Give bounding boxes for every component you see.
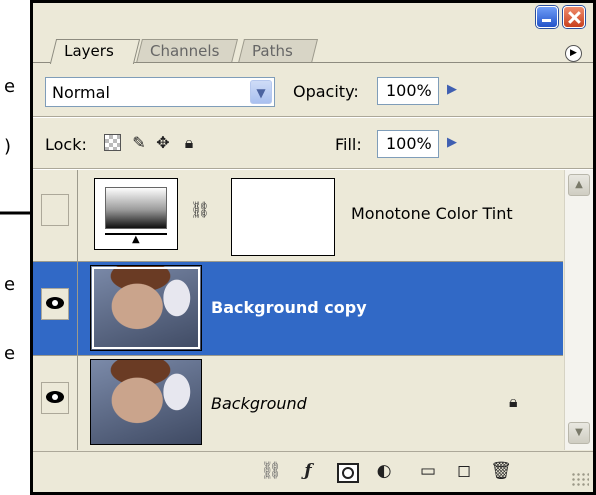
resize-grip-icon[interactable] [571,472,589,488]
scroll-down-icon[interactable]: ▼ [568,422,590,444]
divider [77,262,78,356]
lock-image-icon[interactable]: ✎ [129,133,149,153]
lock-all-icon[interactable]: 🔒︎ [179,133,199,153]
layer-row-background[interactable]: Background 🔒︎ [33,356,563,450]
fill-slider-arrow-icon[interactable]: ▶ [441,131,463,155]
close-icon[interactable] [563,6,585,28]
edge-char: e [4,343,16,364]
opacity-slider-arrow-icon[interactable]: ▶ [441,78,463,102]
layer-mask-thumbnail[interactable] [231,178,335,256]
scrollbar[interactable]: ▲ ▼ [564,170,593,450]
layer-list: ▲ ⛓ Monotone Color Tint Background copy … [33,170,563,450]
opacity-input[interactable]: 100% [377,77,439,105]
blend-mode-select[interactable]: Normal ▼ [45,77,275,107]
chevron-down-icon[interactable]: ▼ [250,80,272,104]
new-layer-icon[interactable]: ◻ [451,458,477,484]
new-group-icon[interactable]: ▭ [415,458,441,484]
blend-mode-value: Normal [52,83,110,102]
lock-label: Lock: [45,135,87,154]
minimize-icon[interactable] [536,6,558,28]
edge-char: e [4,274,16,295]
layer-thumbnail[interactable] [90,265,202,351]
edge-char: e [4,76,16,97]
opacity-label: Opacity: [293,82,359,101]
scroll-up-icon[interactable]: ▲ [568,174,590,196]
layer-name[interactable]: Monotone Color Tint [351,204,513,223]
visibility-toggle[interactable] [41,382,69,414]
layer-mask-icon[interactable] [334,458,360,484]
layers-toolbar: ⛓ ƒ ◐ ▭ ◻ 🗑︎ [33,451,593,491]
divider [77,356,78,450]
layers-panel: Channels Paths Layers ▶ Normal ▼ Opacity… [30,0,596,495]
tab-layers[interactable]: Layers [49,39,141,64]
trash-icon[interactable]: 🗑︎ [488,458,514,484]
visibility-toggle[interactable] [41,288,69,320]
layer-row-monotone-color-tint[interactable]: ▲ ⛓ Monotone Color Tint [33,170,563,262]
lock-transparent-icon[interactable] [104,134,121,151]
visibility-toggle[interactable] [41,194,69,226]
edge-char: ) [4,136,12,157]
panel-menu-icon[interactable]: ▶ [565,45,582,62]
panel-tabs: Channels Paths Layers ▶ [33,33,593,64]
divider [33,116,593,118]
tab-paths[interactable]: Paths [238,39,318,63]
layer-style-icon[interactable]: ƒ [295,458,321,484]
title-bar [33,3,593,33]
layer-row-background-copy[interactable]: Background copy [33,262,563,356]
link-icon[interactable]: ⛓ [258,458,284,484]
layer-thumbnail[interactable] [90,359,202,445]
eye-icon [46,297,64,309]
chain-link-icon[interactable]: ⛓ [190,200,210,219]
gradient-map-icon [105,187,167,229]
lock-position-icon[interactable]: ✥ [153,133,173,153]
layer-name[interactable]: Background [211,394,307,413]
adjustment-thumbnail[interactable]: ▲ [94,178,178,250]
tab-channels[interactable]: Channels [136,39,238,63]
layer-name[interactable]: Background copy [211,298,367,317]
eye-icon [46,391,64,403]
fill-input[interactable]: 100% [377,130,439,158]
fill-label: Fill: [335,135,362,154]
lock-icon: 🔒︎ [509,392,518,411]
divider [77,170,78,262]
adjustment-layer-icon[interactable]: ◐ [371,458,397,484]
